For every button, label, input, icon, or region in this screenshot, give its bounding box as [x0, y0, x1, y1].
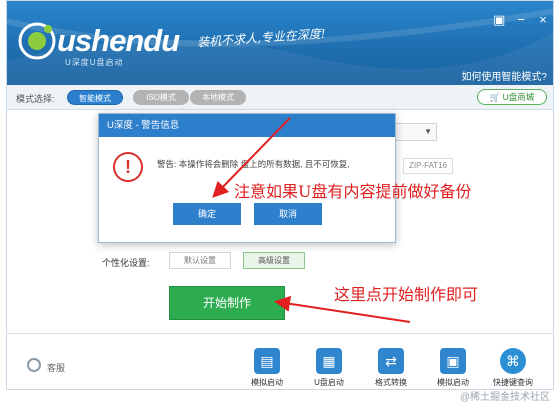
service-label[interactable]: 客服: [47, 361, 65, 374]
dialog-message: 警告: 本操作将会删除 盘上的所有数据, 且不可恢复,: [157, 159, 350, 169]
tool-simulate-boot-2[interactable]: ▣ 模拟启动: [429, 348, 477, 389]
cancel-button[interactable]: 取消: [254, 203, 322, 225]
tool-label: 模拟启动: [251, 378, 283, 387]
chevron-down-icon: ▼: [424, 127, 432, 136]
filesystem-value[interactable]: ZIP-FAT16: [403, 158, 453, 174]
format-convert-icon: ⇄: [378, 348, 404, 374]
mode-label: 模式选择:: [16, 94, 55, 104]
dialog-title: U深度 - 警告信息: [99, 114, 395, 137]
tool-label: 快捷键查询: [493, 378, 533, 387]
tool-simulate-boot[interactable]: ▤ 模拟启动: [243, 348, 291, 389]
personal-settings-label: 个性化设置:: [102, 258, 150, 268]
mode-bar: 模式选择: 智能模式 ISO模式 本地模式 🛒 U盘商城: [7, 85, 553, 110]
tool-label: 格式转换: [375, 378, 407, 387]
mode-iso-button[interactable]: ISO模式: [133, 90, 189, 105]
tool-format-convert[interactable]: ⇄ 格式转换: [367, 348, 415, 389]
ok-button[interactable]: 确定: [173, 203, 241, 225]
cart-icon: 🛒: [489, 92, 501, 102]
default-settings-button[interactable]: 默认设置: [169, 252, 231, 269]
advanced-settings-button[interactable]: 高级设置: [243, 252, 305, 269]
tool-usb-boot[interactable]: ▦ U盘启动: [305, 348, 353, 389]
watermark: @稀土掘金技术社区: [459, 392, 550, 403]
warning-icon: !: [113, 152, 143, 182]
logo-subtitle: U深度U盘启动: [65, 58, 124, 67]
close-icon[interactable]: ×: [537, 13, 549, 26]
tool-hotkey-query[interactable]: ⌘ 快捷键查询: [489, 348, 537, 389]
simulate-boot-2-icon: ▣: [440, 348, 466, 374]
usb-shop-label: U盘商城: [502, 92, 535, 102]
minimize-icon[interactable]: −: [515, 13, 527, 26]
skin-icon[interactable]: ▣: [493, 13, 505, 26]
help-link[interactable]: 如何使用智能模式?: [461, 68, 547, 83]
simulate-boot-icon: ▤: [254, 348, 280, 374]
logo-text: ushendu: [57, 23, 180, 58]
start-make-button[interactable]: 开始制作: [169, 286, 285, 320]
logo-icon: [18, 22, 56, 60]
usb-boot-icon: ▦: [316, 348, 342, 374]
tool-label: 模拟启动: [437, 378, 469, 387]
qq-service-icon[interactable]: [27, 358, 41, 372]
annotation-start-note: 这里点开始制作即可: [334, 285, 479, 304]
mode-local-button[interactable]: 本地模式: [190, 90, 246, 105]
mode-smart-button[interactable]: 智能模式: [67, 90, 123, 105]
bottom-toolbar: 客服 ▤ 模拟启动 ▦ U盘启动 ⇄ 格式转换 ▣ 模拟启动 ⌘ 快捷键查询: [7, 333, 553, 389]
hotkey-query-icon: ⌘: [500, 348, 526, 374]
window-controls: ▣ − ×: [493, 13, 549, 26]
tool-label: U盘启动: [314, 378, 344, 387]
usb-shop-button[interactable]: 🛒 U盘商城: [477, 89, 547, 105]
app-header: ushendu U深度U盘启动 装机不求人,专业在深度! ▣ − × 如何使用智…: [7, 1, 553, 85]
annotation-backup-note: 注意如果U盘有内容提前做好备份: [234, 182, 472, 201]
